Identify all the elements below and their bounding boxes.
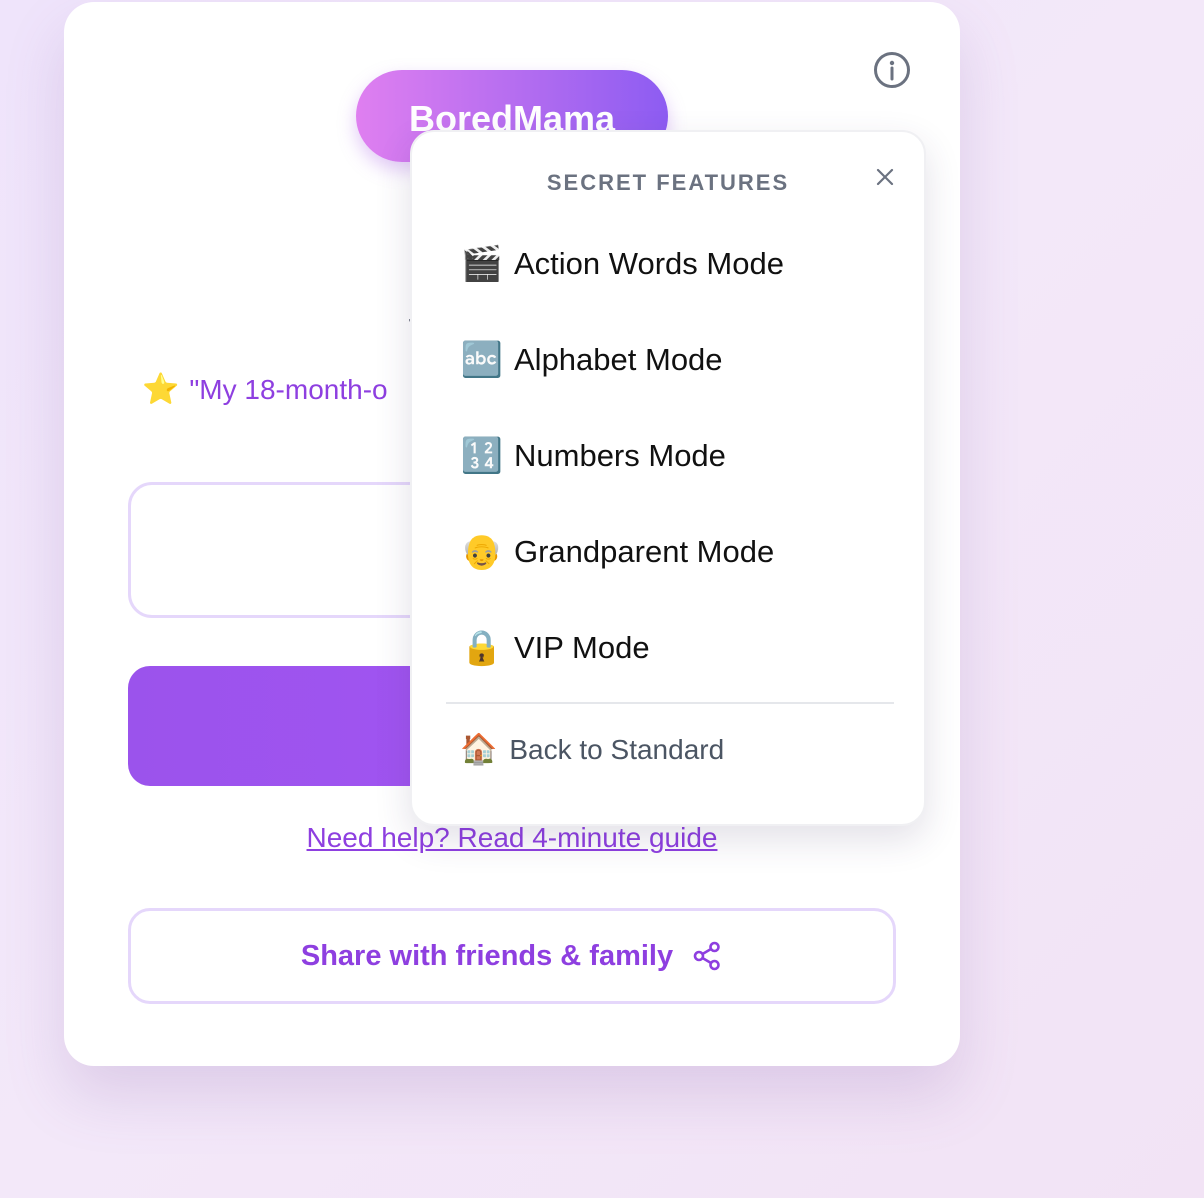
lock-icon: 🔒 <box>460 629 504 667</box>
menu-divider <box>446 702 894 704</box>
share-icon <box>691 940 723 972</box>
menu-item-label: Grandparent Mode <box>514 534 775 569</box>
abc-icon: 🔤 <box>460 341 504 379</box>
info-circle-icon <box>874 52 910 88</box>
info-button[interactable] <box>873 51 911 89</box>
menu-item-label: Alphabet Mode <box>514 342 723 377</box>
house-icon: 🏠 <box>460 733 498 766</box>
numbers-icon: 🔢 <box>460 437 504 475</box>
testimonial: ⭐ "My 18-month-o <box>142 372 388 407</box>
menu-item-action-words-mode[interactable]: 🎬 Action Words Mode <box>446 216 894 312</box>
menu-item-label: Numbers Mode <box>514 438 726 473</box>
menu-item-numbers-mode[interactable]: 🔢 Numbers Mode <box>446 408 894 504</box>
secret-features-list: 🎬 Action Words Mode 🔤 Alphabet Mode 🔢 Nu… <box>446 216 894 696</box>
older-man-icon: 👴 <box>460 533 504 571</box>
menu-item-label: VIP Mode <box>514 630 650 665</box>
menu-item-alphabet-mode[interactable]: 🔤 Alphabet Mode <box>446 312 894 408</box>
guide-link[interactable]: Need help? Read 4-minute guide <box>64 822 960 854</box>
popup-title: SECRET FEATURES <box>546 170 790 195</box>
menu-item-vip-mode[interactable]: 🔒 VIP Mode <box>446 600 894 696</box>
popup-close-button[interactable] <box>870 162 900 192</box>
testimonial-text: "My 18-month-o <box>189 374 388 405</box>
back-to-standard-item[interactable]: 🏠 Back to Standard <box>460 732 724 767</box>
menu-item-label: Action Words Mode <box>514 246 784 281</box>
back-to-standard-label: Back to Standard <box>509 733 725 765</box>
star-icon: ⭐ <box>142 373 180 406</box>
close-icon <box>876 168 894 186</box>
menu-item-grandparent-mode[interactable]: 👴 Grandparent Mode <box>446 504 894 600</box>
share-button[interactable]: Share with friends & family <box>128 908 896 1004</box>
secret-features-popup: SECRET FEATURES 🎬 Action Words Mode 🔤 Al… <box>410 130 926 826</box>
clapperboard-icon: 🎬 <box>460 245 504 283</box>
share-label: Share with friends & family <box>300 939 674 972</box>
